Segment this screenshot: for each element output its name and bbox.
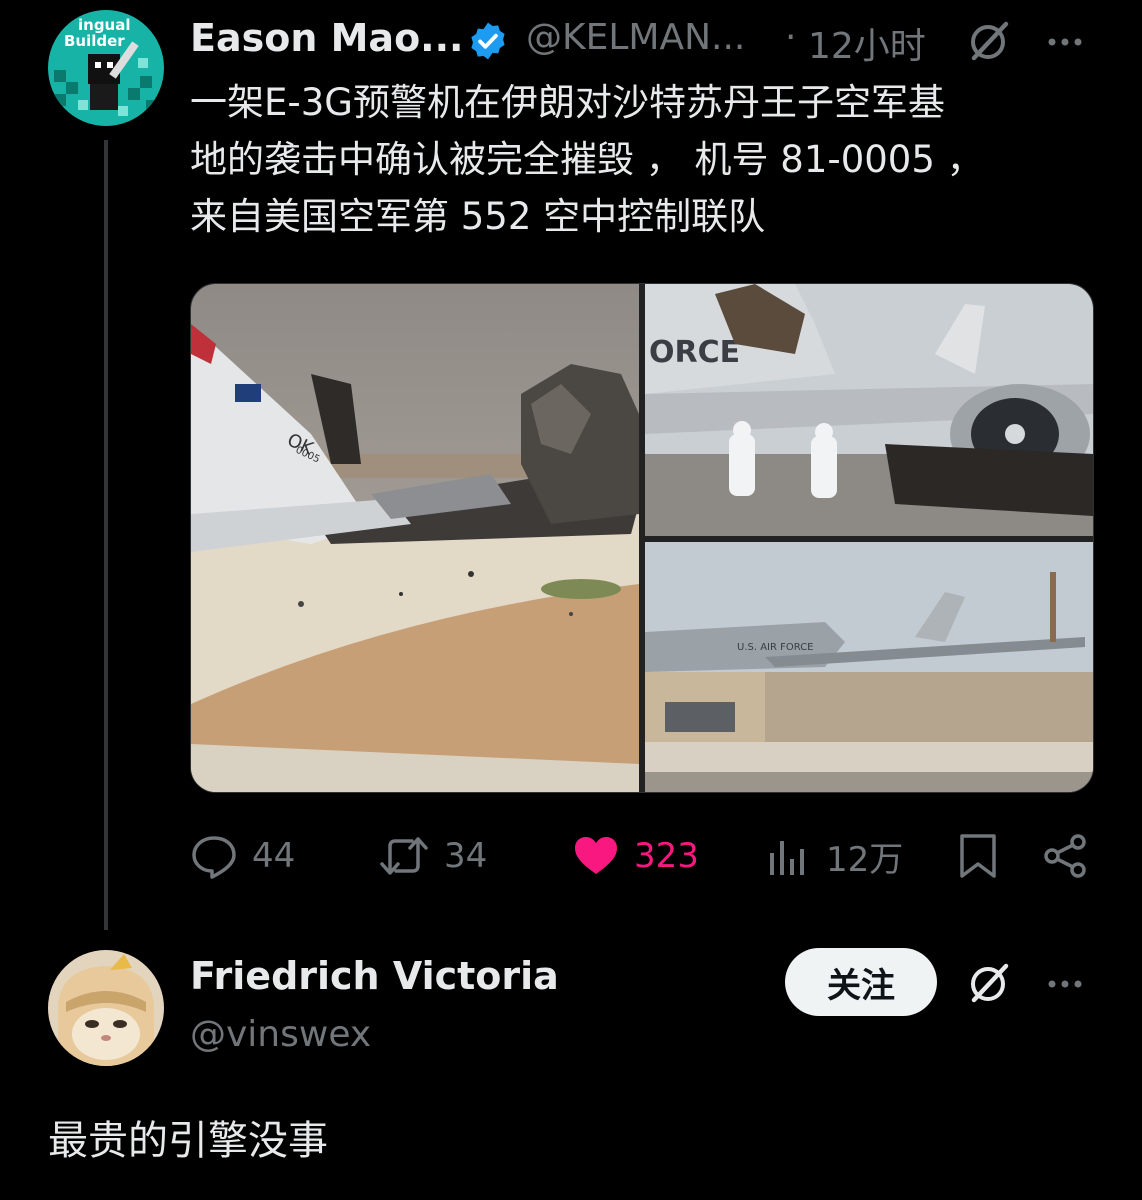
- verified-badge-icon: [467, 20, 509, 62]
- like-count: 323: [634, 836, 699, 876]
- reply-icon: [190, 832, 238, 880]
- views-icon: [764, 833, 812, 881]
- views-button[interactable]: 12万: [764, 832, 903, 881]
- bookmark-icon[interactable]: [956, 832, 1000, 880]
- author-handle[interactable]: @KELMAN...: [526, 17, 745, 58]
- reply-count: 44: [252, 836, 296, 876]
- avatar[interactable]: ingual Builder: [48, 10, 164, 126]
- media-grid[interactable]: OK 0005 ORCE U.S. AIR FORCE: [190, 283, 1094, 793]
- grok-icon[interactable]: [964, 16, 1014, 66]
- post-time[interactable]: 12小时: [808, 17, 926, 69]
- reply-author-name[interactable]: Friedrich Victoria: [190, 954, 559, 998]
- post-text-line: 一架E-3G预警机在伊朗对沙特苏丹王子空军基: [190, 81, 945, 124]
- svg-text:Builder: Builder: [64, 32, 125, 50]
- reply-button[interactable]: 44: [190, 832, 295, 880]
- media-image-top-right[interactable]: ORCE: [645, 284, 1093, 536]
- reply-author-handle[interactable]: @vinswex: [190, 1014, 371, 1055]
- like-icon: [572, 832, 620, 880]
- more-icon[interactable]: [1044, 34, 1088, 48]
- follow-button[interactable]: 关注: [785, 948, 937, 1016]
- like-button[interactable]: 323: [572, 832, 699, 880]
- bottom-right-fuselage-text: U.S. AIR FORCE: [737, 642, 814, 653]
- more-icon[interactable]: [1044, 976, 1088, 990]
- views-count: 12万: [826, 840, 904, 880]
- post-text: 一架E-3G预警机在伊朗对沙特苏丹王子空军基 地的袭击中确认被完全摧毁 ， 机号…: [190, 74, 1090, 245]
- grok-icon[interactable]: [964, 958, 1014, 1008]
- repost-icon: [378, 832, 430, 880]
- thread-line: [104, 140, 108, 930]
- share-icon[interactable]: [1042, 832, 1090, 880]
- repost-count: 34: [444, 836, 488, 876]
- reply-avatar[interactable]: [48, 950, 164, 1066]
- media-image-bottom-right[interactable]: U.S. AIR FORCE: [645, 542, 1093, 792]
- repost-button[interactable]: 34: [378, 832, 487, 880]
- reply-text: 最贵的引擎没事: [48, 1118, 328, 1164]
- post-text-line: 地的袭击中确认被完全摧毁 ， 机号 81-0005 ，: [190, 138, 984, 181]
- media-image-left[interactable]: OK 0005: [191, 284, 639, 792]
- separator-dot: ·: [785, 17, 797, 58]
- author-name[interactable]: Eason Mao...: [190, 16, 463, 60]
- post-text-line: 来自美国空军第 552 空中控制联队: [190, 195, 766, 238]
- top-right-fuselage-text: ORCE: [649, 335, 740, 370]
